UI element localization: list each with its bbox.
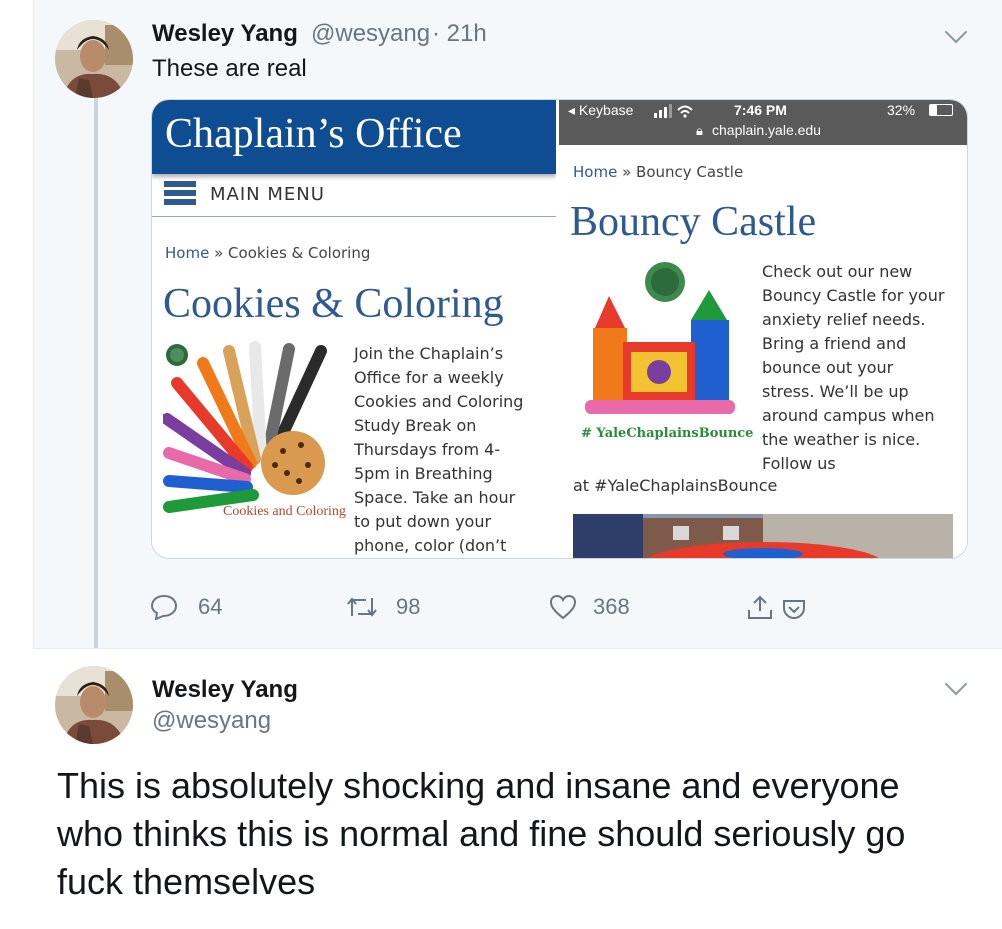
body-line: Bouncy Castle for your [762,286,945,305]
site-title: Chaplain’s Office [165,111,462,157]
status-battery: 32% [887,102,916,118]
pocket-button[interactable] [782,598,806,625]
tweet-media[interactable]: Chaplain’s Office MAIN MENU Home » Cooki… [151,99,968,559]
image-caption: Cookies and Coloring [223,504,346,519]
breadcrumb-current: Bouncy Castle [636,163,744,181]
like-count: 368 [593,594,630,619]
url-bar: chaplain.yale.edu [712,122,821,138]
page-heading: Cookies & Coloring [163,281,504,327]
avatar[interactable] [55,20,133,98]
status-carrier: ◂ Keybase [568,102,634,118]
divider [152,216,556,217]
breadcrumb: Home » Cookies & Coloring [165,244,370,262]
body-line: stress. We’ll be up [762,382,909,401]
cookies-coloring-image [161,341,343,523]
status-time: 7:46 PM [734,102,787,118]
body-line: to put down your [354,512,492,531]
author-name[interactable]: Wesley Yang [152,20,298,48]
breadcrumb-separator: » [622,163,632,181]
tweet-timestamp[interactable]: · 21h [432,20,487,48]
breadcrumb-home: Home [573,163,618,181]
body-line: bounce out your [762,358,894,377]
bouncy-castle-image [573,260,751,426]
main-menu-label: MAIN MENU [210,184,325,205]
thread-connector-line [94,98,98,658]
reply-icon [150,594,178,620]
body-line: the weather is nice. [762,430,921,449]
body-text: Join the Chaplain’s Office for a weekly … [354,342,523,558]
body-line: Space. Take an hour [354,488,516,507]
retweet-count: 98 [396,594,421,619]
author-handle[interactable]: @wesyang [152,707,271,735]
body-line: Thursdays from 4- [354,440,501,459]
body-tail: at #YaleChaplainsBounce [573,476,778,495]
hamburger-menu-icon [164,181,196,206]
author-name[interactable]: Wesley Yang [152,676,298,704]
heart-icon [549,594,577,620]
campus-photo [573,514,953,558]
share-icon [748,595,772,619]
breadcrumb: Home » Bouncy Castle [573,163,743,181]
share-button[interactable] [746,594,774,625]
breadcrumb-separator: » [214,244,224,262]
breadcrumb-home: Home [165,244,210,262]
author-handle[interactable]: @wesyang [311,20,430,48]
lock-icon: 🔒︎ [696,123,703,138]
body-line: anxiety relief needs. [762,310,926,329]
retweet-icon [347,597,377,617]
breadcrumb-current: Cookies & Coloring [228,244,371,262]
screenshot-left: Chaplain’s Office MAIN MENU Home » Cooki… [152,100,556,558]
reply-count: 64 [198,594,223,619]
body-line: 5pm in Breathing [354,464,493,483]
body-line: Study Break on [354,416,477,435]
battery-icon [929,104,953,116]
body-line: Bring a friend and [762,334,907,353]
body-text: Check out our new Bouncy Castle for your… [762,260,944,476]
tweet-text: This is absolutely shocking and insane a… [57,765,906,902]
page-heading: Bouncy Castle [570,199,817,245]
body-line: Follow us [762,454,836,473]
avatar[interactable] [55,666,133,744]
body-line: Check out our new [762,262,913,281]
signal-icon [654,104,694,123]
hashtag-caption: # YaleChaplainsBounce [581,426,754,441]
tweet-text: These are real [152,55,307,82]
body-line: around campus when [762,406,935,425]
body-line: Cookies and Coloring [354,392,524,411]
body-line: Join the Chaplain’s [354,344,504,363]
body-line: phone, color (don’t [354,536,507,555]
body-line: Office for a weekly [354,368,504,387]
screenshot-right: ◂ Keybase 7:46 PM 32% 🔒︎ chaplain.yale.e… [559,100,967,558]
pocket-icon [783,600,805,620]
